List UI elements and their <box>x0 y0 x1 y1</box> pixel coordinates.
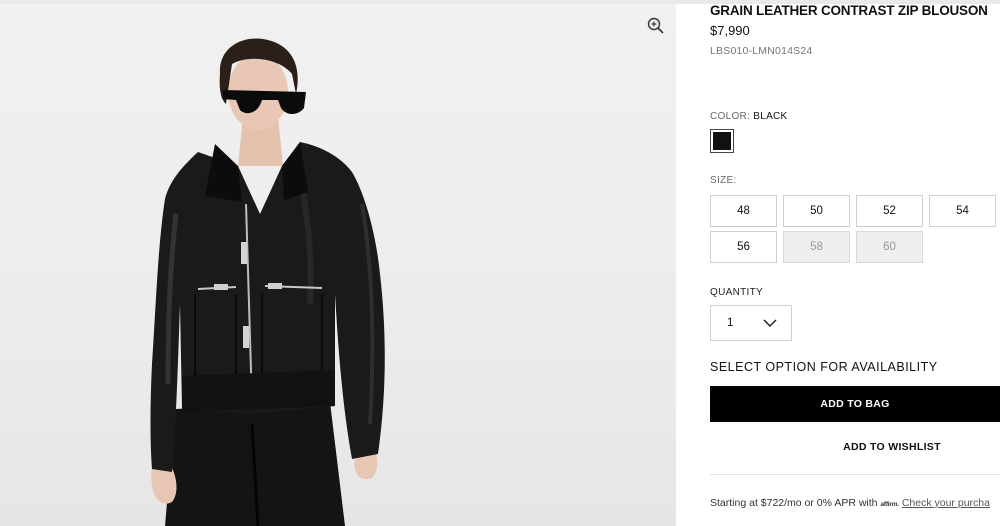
product-price: $7,990 <box>710 23 750 38</box>
product-sku: LBS010-LMN014S24 <box>710 45 813 57</box>
divider <box>710 474 1000 475</box>
size-option-60-unavailable[interactable]: 60 <box>856 231 923 263</box>
financing-text: Starting at $722/mo or 0% APR with <box>710 497 878 509</box>
size-label: SIZE: <box>710 175 737 186</box>
financing-message: Starting at $722/mo or 0% APR with affir… <box>710 497 990 509</box>
size-option-48[interactable]: 48 <box>710 195 777 227</box>
product-photo <box>150 38 385 526</box>
color-label: COLOR: BLACK <box>710 111 788 122</box>
quantity-select[interactable]: 1 <box>710 305 792 341</box>
check-purchasing-power-link[interactable]: Check your purcha <box>902 497 990 509</box>
color-swatch-black[interactable] <box>710 129 734 153</box>
size-option-56[interactable]: 56 <box>710 231 777 263</box>
add-to-bag-button[interactable]: ADD TO BAG <box>710 386 1000 422</box>
quantity-value: 1 <box>727 317 734 329</box>
zoom-in-icon[interactable] <box>646 16 666 36</box>
add-to-wishlist-button[interactable]: ADD TO WISHLIST <box>710 441 1000 453</box>
affirm-logo: affirm. <box>880 501 899 508</box>
product-image-gallery[interactable] <box>0 4 676 526</box>
availability-message: SELECT OPTION FOR AVAILABILITY <box>710 360 938 374</box>
size-option-52[interactable]: 52 <box>856 195 923 227</box>
color-value: BLACK <box>753 111 788 122</box>
size-option-54[interactable]: 54 <box>929 195 996 227</box>
color-label-text: COLOR: <box>710 111 751 122</box>
swatch-fill <box>713 132 731 150</box>
quantity-label: QUANTITY <box>710 287 763 298</box>
product-title: GRAIN LEATHER CONTRAST ZIP BLOUSON <box>710 3 988 18</box>
size-option-50[interactable]: 50 <box>783 195 850 227</box>
product-details-panel: GRAIN LEATHER CONTRAST ZIP BLOUSON $7,99… <box>676 0 1000 526</box>
size-option-58-unavailable[interactable]: 58 <box>783 231 850 263</box>
chevron-down-icon <box>763 319 777 328</box>
